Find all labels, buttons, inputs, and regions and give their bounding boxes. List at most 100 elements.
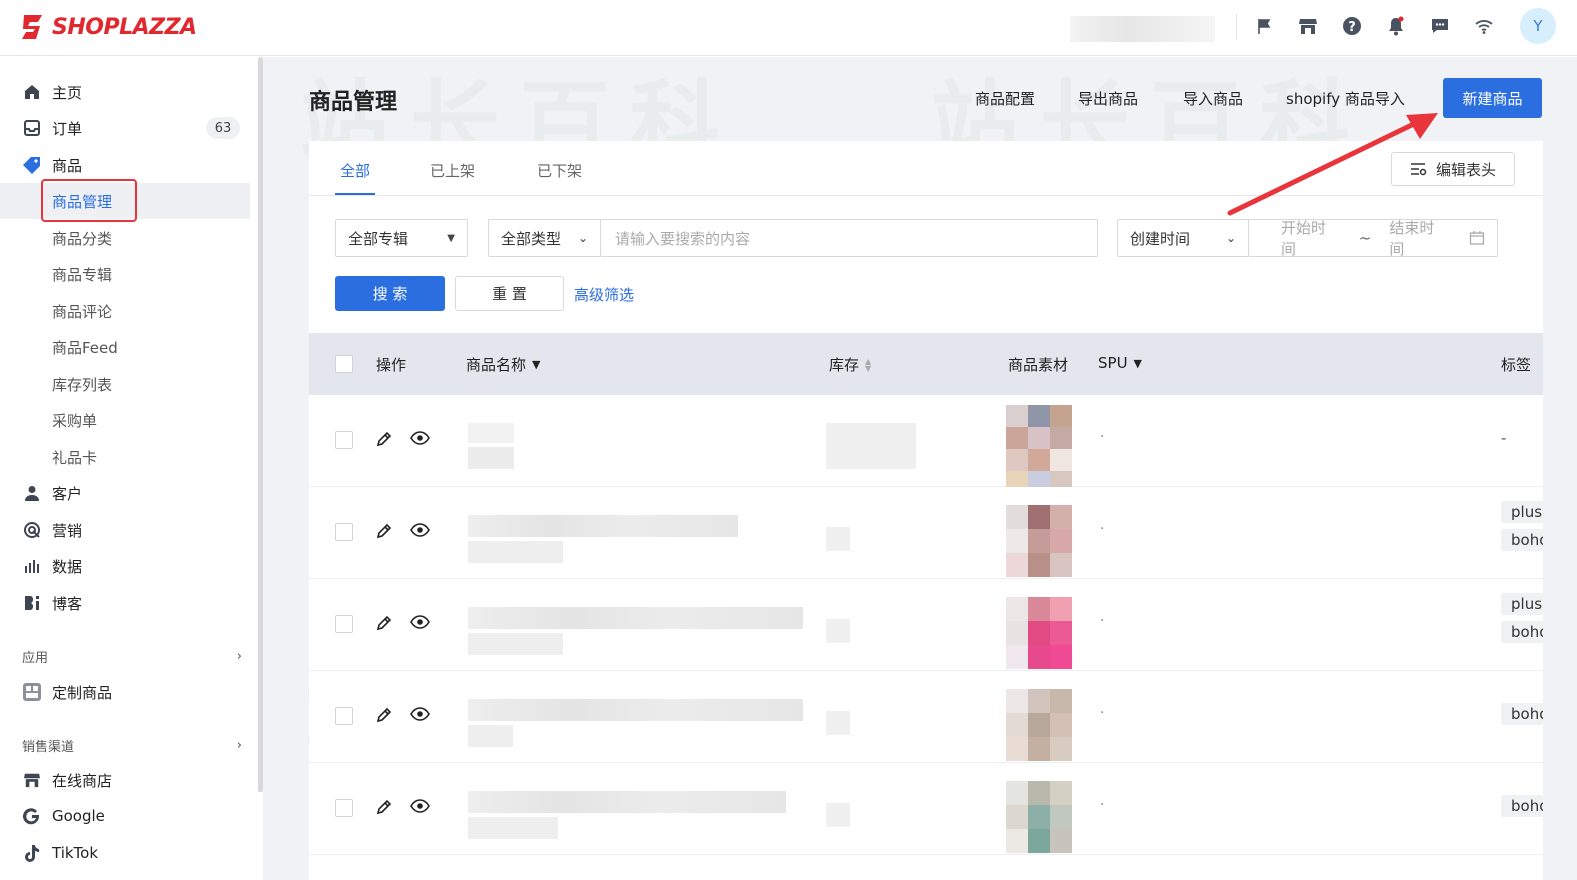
edit-icon[interactable] bbox=[375, 430, 395, 450]
row-checkbox[interactable] bbox=[335, 523, 353, 541]
sidebar-item-orders[interactable]: 订单 63 bbox=[0, 110, 250, 146]
orders-count-badge: 63 bbox=[206, 117, 240, 139]
preview-eye-icon[interactable] bbox=[410, 706, 432, 726]
new-product-button[interactable]: 新建商品 bbox=[1443, 78, 1542, 118]
product-name-blurred[interactable] bbox=[468, 447, 514, 469]
apps-section-header[interactable]: 应用 › bbox=[22, 646, 242, 666]
channels-section-header[interactable]: 销售渠道 › bbox=[22, 735, 242, 755]
product-name-blurred[interactable] bbox=[468, 791, 786, 813]
chevron-right-icon: › bbox=[236, 737, 242, 753]
product-media-thumbnail[interactable] bbox=[1006, 505, 1094, 577]
bell-icon[interactable] bbox=[1384, 14, 1408, 38]
sidebar-item-blog[interactable]: 博客 bbox=[0, 585, 250, 621]
date-range-separator: ~ bbox=[1358, 229, 1372, 247]
blog-icon bbox=[22, 593, 42, 613]
search-button[interactable]: 搜 索 bbox=[335, 276, 445, 311]
edit-icon[interactable] bbox=[375, 798, 395, 818]
calendar-icon bbox=[1469, 231, 1485, 245]
product-name-blurred[interactable] bbox=[468, 699, 803, 721]
collection-select[interactable]: 全部专辑 ▼ bbox=[335, 219, 468, 257]
row-checkbox[interactable] bbox=[335, 799, 353, 817]
marketing-icon bbox=[22, 520, 42, 540]
sidebar-item-marketing[interactable]: 营销 bbox=[0, 512, 250, 548]
export-products-button[interactable]: 导出商品 bbox=[1078, 88, 1138, 109]
sidebar-subitem-collections[interactable]: 商品专辑 bbox=[0, 256, 250, 292]
page-title: 商品管理 bbox=[309, 90, 398, 115]
product-settings-button[interactable]: 商品配置 bbox=[975, 88, 1035, 109]
sidebar-item-customers[interactable]: 客户 bbox=[0, 475, 250, 511]
sidebar-subitem-inventory[interactable]: 库存列表 bbox=[0, 366, 250, 402]
tab-unlisted[interactable]: 已下架 bbox=[537, 160, 582, 181]
sidebar-subitem-reviews[interactable]: 商品评论 bbox=[0, 293, 250, 329]
sidebar-item-label: 营销 bbox=[52, 521, 83, 540]
preview-eye-icon[interactable] bbox=[410, 614, 432, 634]
sidebar-subitem-label: 商品评论 bbox=[52, 302, 113, 321]
flag-icon[interactable] bbox=[1252, 14, 1276, 38]
sidebar-item-home[interactable]: 主页 bbox=[0, 74, 250, 110]
column-header-spu[interactable]: SPU ▼ bbox=[1098, 354, 1142, 372]
reset-button[interactable]: 重 置 bbox=[455, 276, 564, 311]
preview-eye-icon[interactable] bbox=[410, 522, 432, 542]
spu-value: · bbox=[1100, 797, 1105, 813]
type-select[interactable]: 全部类型 ⌄ bbox=[488, 219, 601, 257]
column-header-tags: 标签 bbox=[1501, 356, 1532, 374]
row-checkbox[interactable] bbox=[335, 707, 353, 725]
column-header-name[interactable]: 商品名称 ▼ bbox=[466, 354, 540, 375]
tab-listed[interactable]: 已上架 bbox=[430, 160, 475, 181]
time-field-select[interactable]: 创建时间 ⌄ bbox=[1117, 219, 1249, 257]
sidebar-app-custom-product[interactable]: 定制商品 bbox=[0, 674, 250, 710]
stock-value-blurred bbox=[826, 423, 916, 469]
sidebar-channel-tiktok[interactable]: TikTok bbox=[0, 835, 250, 871]
product-name-blurred[interactable] bbox=[468, 817, 558, 839]
message-icon[interactable] bbox=[1428, 14, 1452, 38]
tab-all[interactable]: 全部 bbox=[340, 160, 370, 181]
product-media-thumbnail[interactable] bbox=[1006, 405, 1094, 493]
row-checkbox[interactable] bbox=[335, 615, 353, 633]
end-date-placeholder: 结束时间 bbox=[1389, 219, 1435, 258]
edit-icon[interactable] bbox=[375, 522, 395, 542]
sidebar-item-label: Google bbox=[52, 807, 105, 825]
product-name-blurred[interactable] bbox=[468, 633, 563, 655]
sidebar-item-products[interactable]: 商品 bbox=[0, 147, 250, 183]
product-name-blurred[interactable] bbox=[468, 541, 563, 563]
edit-icon[interactable] bbox=[375, 706, 395, 726]
date-range-picker[interactable]: 开始时间 ~ 结束时间 bbox=[1248, 219, 1498, 258]
sidebar-item-analytics[interactable]: 数据 bbox=[0, 548, 250, 584]
product-media-thumbnail[interactable] bbox=[1006, 689, 1094, 761]
user-avatar[interactable]: Y bbox=[1520, 8, 1556, 44]
google-icon bbox=[22, 806, 42, 826]
product-name-blurred[interactable] bbox=[468, 515, 738, 537]
store-name-blurred[interactable] bbox=[1070, 16, 1215, 42]
tag-chip: boho bbox=[1501, 703, 1543, 725]
inbox-icon bbox=[22, 118, 42, 138]
sidebar-channel-google[interactable]: Google bbox=[0, 798, 250, 834]
sidebar-channel-online-store[interactable]: 在线商店 bbox=[0, 762, 250, 798]
preview-eye-icon[interactable] bbox=[410, 430, 432, 450]
preview-eye-icon[interactable] bbox=[410, 798, 432, 818]
select-all-checkbox[interactable] bbox=[335, 355, 353, 373]
sidebar-item-label: 定制商品 bbox=[52, 683, 113, 702]
product-media-thumbnail[interactable] bbox=[1006, 597, 1094, 669]
wifi-icon[interactable] bbox=[1472, 14, 1496, 38]
sidebar-subitem-gift-cards[interactable]: 礼品卡 bbox=[0, 439, 250, 475]
search-input[interactable]: 请输入要搜索的内容 bbox=[600, 219, 1098, 257]
product-name-blurred[interactable] bbox=[468, 607, 803, 629]
column-header-stock[interactable]: 库存 ▲ ▼ bbox=[829, 354, 871, 375]
sidebar-subitem-feed[interactable]: 商品Feed bbox=[0, 329, 250, 365]
advanced-filter-link[interactable]: 高级筛选 bbox=[574, 284, 634, 305]
product-media-thumbnail[interactable] bbox=[1006, 781, 1094, 853]
highlight-box bbox=[41, 179, 137, 222]
row-checkbox[interactable] bbox=[335, 431, 353, 449]
spu-value: · bbox=[1100, 705, 1105, 721]
search-input-placeholder: 请输入要搜索的内容 bbox=[615, 229, 751, 248]
sidebar-subitem-categories[interactable]: 商品分类 bbox=[0, 220, 250, 256]
help-icon[interactable]: ? bbox=[1340, 14, 1364, 38]
store-icon[interactable] bbox=[1296, 14, 1320, 38]
product-name-blurred[interactable] bbox=[468, 423, 514, 443]
chevron-right-icon: › bbox=[236, 648, 242, 664]
product-name-blurred[interactable] bbox=[468, 725, 513, 747]
sidebar-subitem-purchase-orders[interactable]: 采购单 bbox=[0, 402, 250, 438]
edit-icon[interactable] bbox=[375, 614, 395, 634]
brand-logo[interactable]: SHOPLAZZA bbox=[20, 10, 197, 44]
column-header-name-label: 商品名称 bbox=[466, 356, 527, 374]
